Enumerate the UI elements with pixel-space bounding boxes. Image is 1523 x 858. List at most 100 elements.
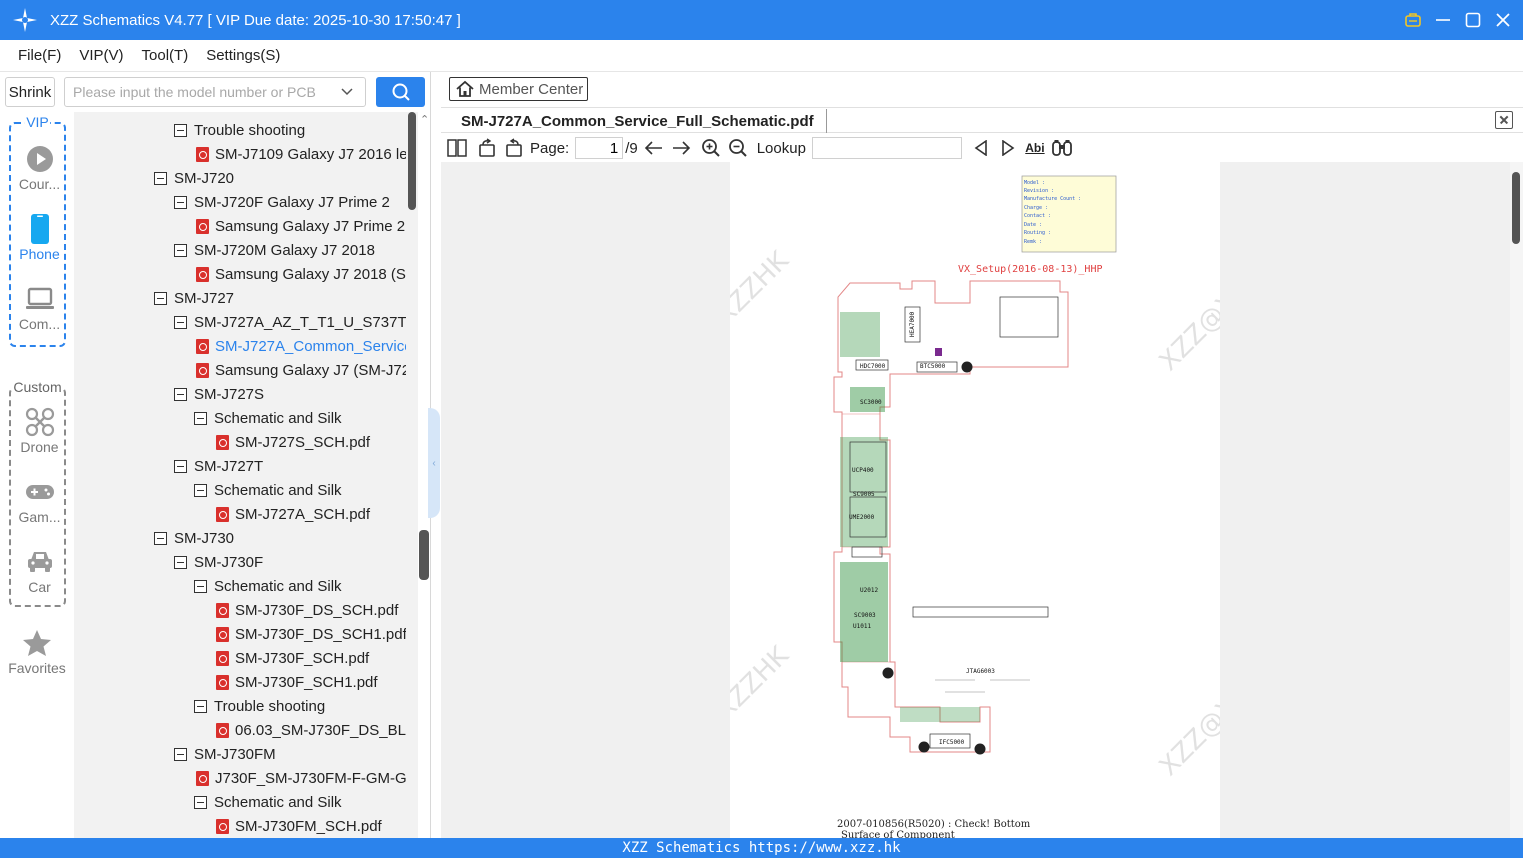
category-courses[interactable]: Cour... <box>11 138 68 204</box>
collapse-icon[interactable] <box>174 747 187 761</box>
menu-bar: File(F) VIP(V) Tool(T) Settings(S) <box>0 40 1523 72</box>
tree-file[interactable]: SM-J727A_SCH.pdf <box>216 502 370 526</box>
pdf-icon <box>196 218 209 234</box>
tree-outer-scroll-thumb[interactable] <box>419 530 429 580</box>
tree-file[interactable]: SM-J730F_SCH.pdf <box>216 646 369 670</box>
zoom-out-icon[interactable] <box>727 137 749 159</box>
member-center-label: Member Center <box>479 80 584 98</box>
component-label: HEA7000 <box>909 311 916 337</box>
find-next-icon[interactable] <box>997 137 1019 159</box>
tree-folder[interactable]: SM-J727A_AZ_T_T1_U_S737TL G <box>174 310 410 334</box>
collapse-icon[interactable] <box>194 483 207 497</box>
shrink-button[interactable]: Shrink <box>5 77 55 107</box>
menu-vip[interactable]: VIP(V) <box>71 47 131 64</box>
collapse-icon[interactable] <box>174 243 187 257</box>
close-icon[interactable] <box>1493 10 1513 30</box>
vip-badge-icon[interactable] <box>1403 10 1423 30</box>
title-block-field: Date : <box>1024 222 1042 228</box>
viewer-scrollbar[interactable] <box>1510 162 1523 838</box>
tree-folder[interactable]: Schematic and Silk <box>194 574 342 598</box>
collapse-icon[interactable] <box>154 531 167 545</box>
match-case-icon[interactable]: Abi <box>1024 137 1046 159</box>
tree-file[interactable]: SM-J730F_DS_SCH.pdf <box>216 598 398 622</box>
tree-file[interactable]: Samsung Galaxy J7 Prime 2 ( <box>196 214 410 238</box>
collapse-icon[interactable] <box>154 171 167 185</box>
collapse-icon[interactable] <box>174 555 187 569</box>
collapse-icon[interactable] <box>194 795 207 809</box>
tree-folder[interactable]: SM-J727S <box>174 382 264 406</box>
lookup-input[interactable] <box>811 137 962 159</box>
two-page-view-icon[interactable] <box>446 137 468 159</box>
previous-page-icon[interactable] <box>643 137 665 159</box>
tree-file[interactable]: SM-J730F_SCH1.pdf <box>216 670 378 694</box>
tree-file[interactable]: Samsung Galaxy J7 2018 (SM <box>196 262 410 286</box>
tab-current-document[interactable]: SM-J727A_Common_Service_Full_Schematic.p… <box>449 109 827 133</box>
pdf-icon <box>216 434 229 450</box>
tree-file[interactable]: SM-J730F_DS_SCH1.pdf <box>216 622 407 646</box>
tree-folder[interactable]: Schematic and Silk <box>194 790 342 814</box>
favorites[interactable]: Favorites <box>0 626 74 686</box>
tree-file[interactable]: 06.03_SM-J730F_DS_BLOC <box>216 718 410 742</box>
minimize-icon[interactable] <box>1433 10 1453 30</box>
tree-file[interactable]: SM-J727S_SCH.pdf <box>216 430 370 454</box>
category-phone[interactable]: Phone <box>11 208 68 274</box>
component-label: HDC7000 <box>860 363 886 370</box>
next-page-icon[interactable] <box>670 137 692 159</box>
tree-file[interactable]: Samsung Galaxy J7 (SM-J727 <box>196 358 410 382</box>
collapse-sidebar-handle[interactable]: ‹ <box>428 408 440 518</box>
collapse-icon[interactable] <box>174 123 187 137</box>
tree-folder[interactable]: SM-J727 <box>154 286 234 310</box>
page-number-input[interactable] <box>575 137 624 159</box>
collapse-icon[interactable] <box>174 315 187 329</box>
tree-scroll-thumb[interactable] <box>408 112 416 210</box>
collapse-icon[interactable] <box>194 579 207 593</box>
collapse-icon[interactable] <box>154 291 167 305</box>
menu-settings[interactable]: Settings(S) <box>198 47 288 64</box>
menu-tool[interactable]: Tool(T) <box>134 47 197 64</box>
category-drone[interactable]: Drone <box>11 401 68 467</box>
viewer-scroll-thumb[interactable] <box>1512 172 1520 244</box>
tree-folder[interactable]: Schematic and Silk <box>194 478 342 502</box>
binoculars-icon[interactable] <box>1051 137 1073 159</box>
zoom-in-icon[interactable] <box>700 137 722 159</box>
rotate-left-icon[interactable] <box>476 137 498 159</box>
tree-file[interactable]: SM-J730FM_SCH.pdf <box>216 814 382 838</box>
custom-group-label: Custom <box>12 379 63 395</box>
pdf-viewer[interactable]: XZZ@XZZHK XZZ@XZZHK XZZ@XZZHK XZZ@XZZHK … <box>441 162 1510 838</box>
chevron-down-icon[interactable] <box>340 85 354 99</box>
pdf-icon <box>196 770 209 786</box>
close-tab-icon[interactable] <box>1495 111 1513 129</box>
collapse-icon[interactable] <box>194 699 207 713</box>
tree-folder[interactable]: SM-J720M Galaxy J7 2018 <box>174 238 375 262</box>
category-car[interactable]: Car <box>11 541 68 607</box>
tree-file-selected[interactable]: SM-J727A_Common_Service_ <box>196 334 410 358</box>
maximize-icon[interactable] <box>1463 10 1483 30</box>
collapse-icon[interactable] <box>174 387 187 401</box>
collapse-icon[interactable] <box>194 411 207 425</box>
tree-folder[interactable]: SM-J727T <box>174 454 263 478</box>
tree-folder[interactable]: SM-J730F <box>174 550 263 574</box>
tree-folder[interactable]: Trouble shooting <box>194 694 325 718</box>
menu-file[interactable]: File(F) <box>10 47 69 64</box>
tree-folder[interactable]: SM-J730FM <box>174 742 276 766</box>
tree-folder[interactable]: SM-J730 <box>154 526 234 550</box>
collapse-icon[interactable] <box>174 459 187 473</box>
category-games[interactable]: Gam... <box>11 471 68 537</box>
chevron-up-icon[interactable]: ⌃ <box>420 113 432 127</box>
model-search-input[interactable] <box>64 77 366 107</box>
rotate-right-icon[interactable] <box>503 137 525 159</box>
tree-folder[interactable]: Schematic and Silk <box>194 406 342 430</box>
member-center-button[interactable]: Member Center <box>449 77 588 101</box>
tree-folder[interactable]: SM-J720F Galaxy J7 Prime 2 <box>174 190 390 214</box>
find-previous-icon[interactable] <box>970 137 992 159</box>
tree-folder[interactable]: SM-J720 <box>154 166 234 190</box>
tree-scrollbar[interactable] <box>406 112 418 838</box>
tree-folder[interactable]: Trouble shooting <box>174 118 305 142</box>
search-button[interactable] <box>376 77 425 107</box>
tree-file[interactable]: SM-J7109 Galaxy J7 2016 lev <box>196 142 410 166</box>
collapse-icon[interactable] <box>174 195 187 209</box>
component-label: JTAG6003 <box>966 668 995 675</box>
tree-file[interactable]: J730F_SM-J730FM-F-GM-G-I <box>196 766 410 790</box>
category-computer[interactable]: Com... <box>11 278 68 344</box>
footer-text-line2: Surface of Component <box>841 830 955 838</box>
